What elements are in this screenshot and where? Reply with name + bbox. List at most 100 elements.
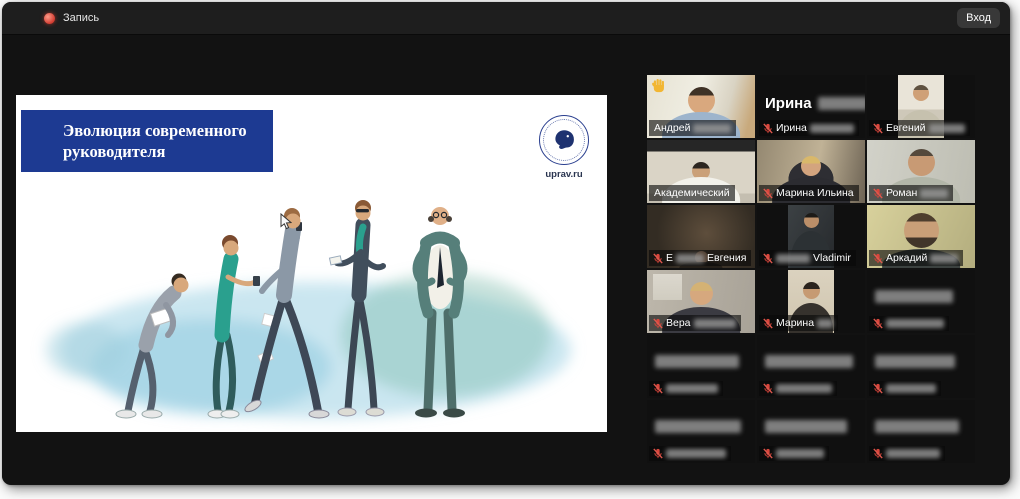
- participant-center-name: [765, 420, 847, 433]
- participant-name-text: [776, 449, 824, 458]
- name-text: Роман: [886, 187, 917, 199]
- name-blurred: [920, 189, 948, 198]
- participant-name-label: Евгений: [869, 120, 970, 136]
- participant-tile[interactable]: Академический: [647, 140, 755, 203]
- mouse-cursor-icon: [280, 213, 292, 236]
- participant-name-text: [886, 384, 936, 393]
- name-text: Е: [666, 252, 673, 264]
- participant-name-text: Роман: [886, 187, 948, 199]
- mic-muted-icon: [763, 383, 773, 394]
- mic-muted-icon: [763, 253, 773, 264]
- participant-name-label: Аркадий: [869, 250, 963, 266]
- mic-muted-icon: [653, 383, 663, 394]
- participant-name-label: [649, 381, 723, 396]
- participant-name-text: Академический: [654, 187, 730, 199]
- mic-muted-icon: [763, 188, 773, 199]
- participant-tile[interactable]: Аркадий: [867, 205, 975, 268]
- login-button[interactable]: Вход: [957, 8, 1000, 28]
- participant-tile[interactable]: Марина: [757, 270, 865, 333]
- name-blurred: [875, 420, 959, 433]
- recording-indicator[interactable]: Запись: [44, 12, 99, 24]
- name-blurred: [655, 355, 739, 368]
- name-text: Академический: [654, 187, 730, 199]
- name-blurred: [666, 449, 726, 458]
- participant-tile[interactable]: [757, 400, 865, 463]
- participant-name-text: Андрей: [654, 122, 731, 134]
- name-blurred: [765, 420, 847, 433]
- participant-tile[interactable]: Марина Ильина: [757, 140, 865, 203]
- participant-tile[interactable]: [867, 400, 975, 463]
- participant-name-text: Е Евгения: [666, 252, 746, 264]
- uprav-logo-emblem-icon: [539, 115, 589, 165]
- presentation-slide: Эволюция современного руководителя uprav…: [16, 95, 607, 432]
- name-blurred: [776, 449, 824, 458]
- participant-center-name: [875, 290, 953, 303]
- mic-muted-icon: [653, 318, 663, 329]
- name-blurred: [693, 124, 731, 133]
- name-text: Евгений: [886, 122, 926, 134]
- participant-tile[interactable]: Ирина Ирина: [757, 75, 865, 138]
- name-text: Ирина: [765, 95, 812, 112]
- name-text: Ирина: [776, 122, 807, 134]
- name-blurred: [886, 449, 940, 458]
- participant-tile[interactable]: Вера: [647, 270, 755, 333]
- participant-name-text: [666, 449, 726, 458]
- slide-title-line2: руководителя: [63, 141, 273, 162]
- participant-name-label: [649, 446, 731, 461]
- participant-name-label: Роман: [869, 185, 953, 201]
- name-blurred: [676, 254, 704, 263]
- name-blurred: [930, 254, 958, 263]
- name-blurred: [875, 290, 953, 303]
- participant-center-name: [655, 420, 741, 433]
- participant-name-label: Академический: [649, 185, 735, 201]
- participant-name-text: Евгений: [886, 122, 965, 134]
- participant-name-label: Андрей: [649, 120, 736, 136]
- uprav-logo: uprav.ru: [535, 115, 593, 180]
- mic-muted-icon: [763, 318, 773, 329]
- participant-name-text: Вера: [666, 317, 736, 329]
- recording-dot-icon: [44, 13, 55, 24]
- name-blurred: [694, 319, 736, 328]
- raised-hand-icon: [651, 78, 666, 98]
- participant-tile[interactable]: [867, 335, 975, 398]
- participant-name-label: [869, 316, 949, 331]
- mic-muted-icon: [873, 383, 883, 394]
- name-blurred: [776, 254, 810, 263]
- participant-name-label: [759, 381, 837, 396]
- name-text: Евгения: [707, 252, 746, 264]
- participant-tile[interactable]: [647, 400, 755, 463]
- participant-tile[interactable]: Vladimir: [757, 205, 865, 268]
- participant-name-label: Vladimir: [759, 250, 856, 266]
- mic-muted-icon: [653, 448, 663, 459]
- participant-tile[interactable]: Роман: [867, 140, 975, 203]
- mic-muted-icon: [653, 253, 663, 264]
- name-blurred: [666, 384, 718, 393]
- participant-tile[interactable]: Андрей: [647, 75, 755, 138]
- participant-name-text: [886, 449, 940, 458]
- mic-muted-icon: [873, 448, 883, 459]
- participant-name-text: [776, 384, 832, 393]
- participant-tile[interactable]: Евгений: [867, 75, 975, 138]
- participant-name-label: [869, 381, 941, 396]
- meeting-topbar: Запись Вход: [2, 2, 1010, 35]
- participant-center-name: [875, 420, 959, 433]
- name-text: Вера: [666, 317, 691, 329]
- participant-name-text: Марина Ильина: [776, 187, 854, 199]
- participant-tile[interactable]: [757, 335, 865, 398]
- name-text: Марина: [776, 317, 814, 329]
- name-blurred: [929, 124, 965, 133]
- participant-tile[interactable]: [647, 335, 755, 398]
- participant-name-label: Е Евгения: [649, 250, 751, 266]
- name-blurred: [817, 319, 833, 328]
- slide-title-line1: Эволюция современного: [63, 120, 273, 141]
- mic-muted-icon: [873, 253, 883, 264]
- participant-name-label: Марина Ильина: [759, 185, 859, 201]
- name-text: Андрей: [654, 122, 690, 134]
- name-text: Аркадий: [886, 252, 927, 264]
- participant-center-name: [655, 355, 739, 368]
- name-blurred: [886, 384, 936, 393]
- name-blurred: [765, 355, 853, 368]
- participant-tile[interactable]: Е Евгения: [647, 205, 755, 268]
- name-blurred: [655, 420, 741, 433]
- participant-tile[interactable]: [867, 270, 975, 333]
